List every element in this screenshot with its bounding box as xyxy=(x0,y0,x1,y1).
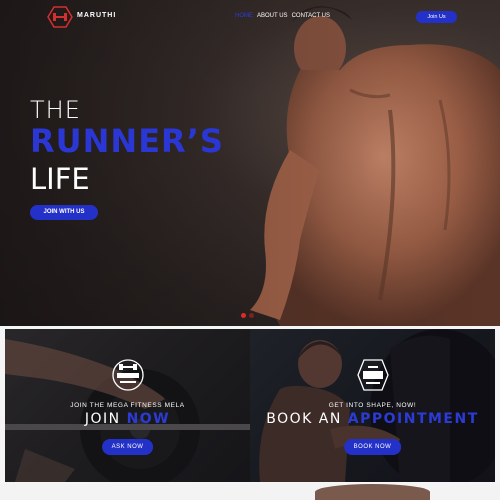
promo-heading: BOOK AN APPOINTMENT xyxy=(250,411,495,427)
slider-dot-active[interactable] xyxy=(241,313,246,318)
dumbbell-logo-icon[interactable] xyxy=(47,6,73,28)
join-with-us-button[interactable]: JOIN WITH US xyxy=(30,205,98,220)
menu-item-home[interactable]: HOME xyxy=(235,13,253,19)
promo-strip: JOIN THE MEGA FITNESS MELA JOIN NOW ASK … xyxy=(5,329,495,482)
promo-heading-text: BOOK AN xyxy=(266,411,342,427)
fitness-badge-icon xyxy=(111,359,144,391)
weight-badge-icon xyxy=(356,359,389,391)
slider-dots xyxy=(241,313,254,318)
next-section-photo xyxy=(315,484,430,500)
promo-heading-text: JOIN xyxy=(84,411,121,427)
promo-heading: JOIN NOW xyxy=(5,411,250,427)
promo-heading-accent: NOW xyxy=(126,411,171,427)
hero-title-line2: RUNNER’S xyxy=(30,122,224,160)
menu-item-about-us[interactable]: ABOUT US xyxy=(257,13,288,19)
brand-name[interactable]: MARUTHI xyxy=(77,12,116,19)
promo-card-fitness-mela: JOIN THE MEGA FITNESS MELA JOIN NOW ASK … xyxy=(5,329,250,482)
join-us-button[interactable]: Join Us xyxy=(416,11,457,23)
promo-heading-accent: APPOINTMENT xyxy=(347,411,479,427)
ask-now-button[interactable]: ASK NOW xyxy=(101,439,154,455)
hero-banner: MARUTHI HOME ABOUT US CONTACT US Join Us… xyxy=(0,0,500,326)
slider-dot[interactable] xyxy=(249,313,254,318)
top-navbar: MARUTHI HOME ABOUT US CONTACT US Join Us xyxy=(0,0,500,34)
menu-item-contact-us[interactable]: CONTACT US xyxy=(292,13,330,19)
main-menu: HOME ABOUT US CONTACT US xyxy=(235,13,330,19)
promo-subtitle: GET INTO SHAPE, NOW! xyxy=(328,402,417,409)
promo-subtitle: JOIN THE MEGA FITNESS MELA xyxy=(70,402,185,409)
hero-title-line1: THE xyxy=(30,96,81,124)
book-now-button[interactable]: BOOK NOW xyxy=(343,439,402,455)
hero-title-line3: LIFE xyxy=(30,162,90,196)
next-section-peek xyxy=(0,484,500,500)
promo-card-appointment: GET INTO SHAPE, NOW! BOOK AN APPOINTMENT… xyxy=(250,329,495,482)
